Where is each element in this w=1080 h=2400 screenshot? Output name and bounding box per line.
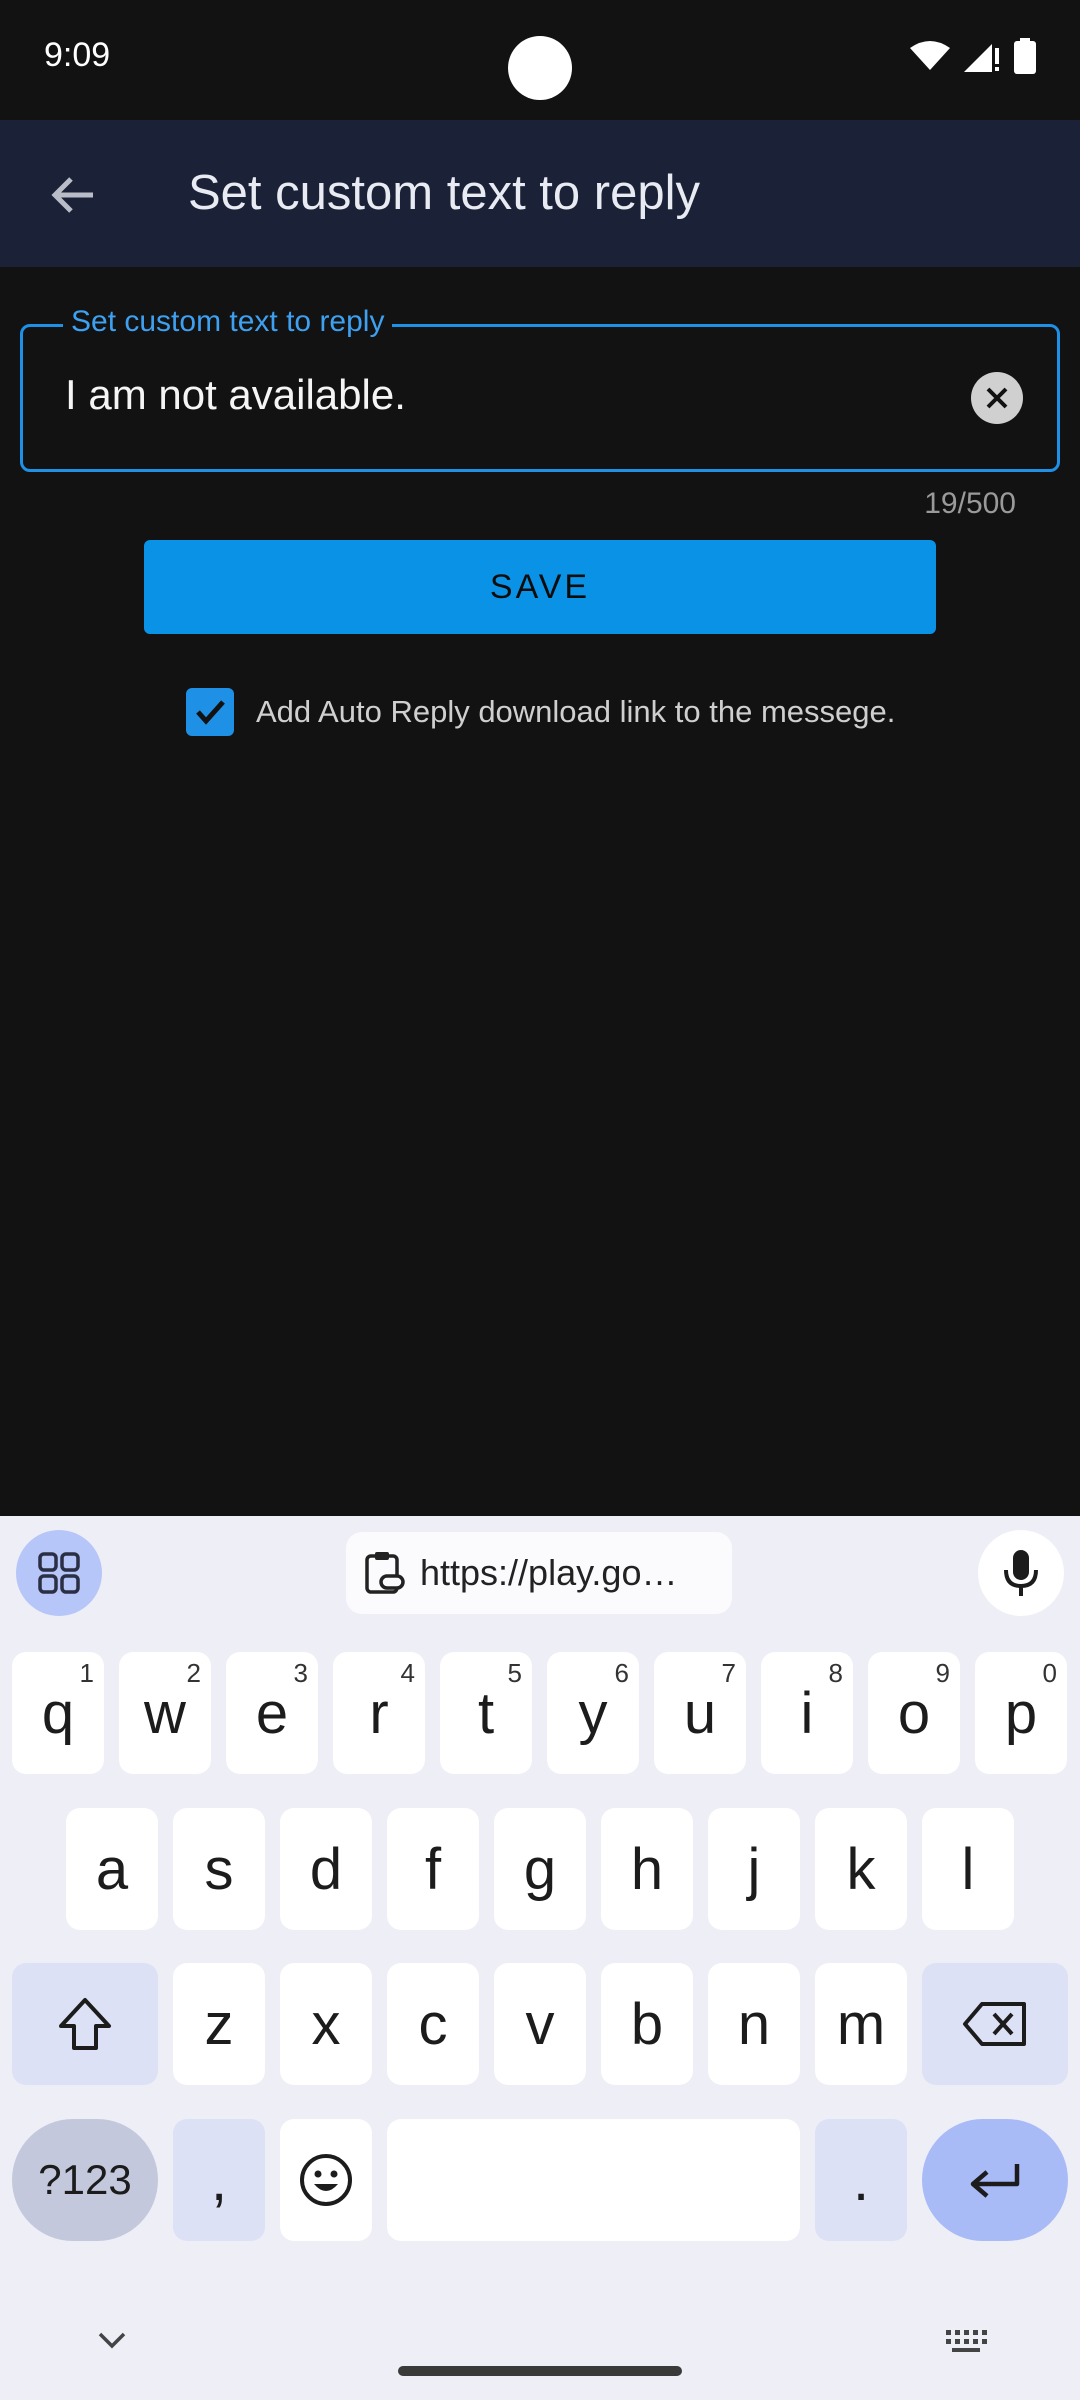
keyboard: https://play.go… q1 w2 e3 r4 t5 y6 u7 i8… <box>0 1516 1080 2400</box>
keyboard-toolbar: https://play.go… <box>0 1516 1080 1626</box>
check-icon <box>196 700 225 725</box>
status-bar: 9:09 <box>0 0 1080 120</box>
save-button[interactable]: SAVE <box>144 540 936 634</box>
download-link-checkbox[interactable] <box>186 688 234 736</box>
key-r[interactable]: r4 <box>333 1652 425 1774</box>
close-icon <box>986 387 1008 409</box>
key-f[interactable]: f <box>387 1808 479 1930</box>
home-indicator[interactable] <box>398 2366 682 2376</box>
arrow-back-icon <box>51 177 93 213</box>
chevron-down-icon[interactable] <box>96 2330 128 2350</box>
camera-cutout <box>508 36 572 100</box>
reply-text-label: Set custom text to reply <box>63 305 393 339</box>
shift-icon <box>59 1998 111 2050</box>
key-e[interactable]: e3 <box>226 1652 318 1774</box>
download-link-option[interactable]: Add Auto Reply download link to the mess… <box>186 688 895 736</box>
enter-key[interactable] <box>922 2119 1068 2241</box>
symbols-key[interactable]: ?123 <box>12 2119 158 2241</box>
clipboard-suggestion-chip[interactable]: https://play.go… <box>346 1532 732 1614</box>
key-l[interactable]: l <box>922 1808 1014 1930</box>
key-u[interactable]: u7 <box>654 1652 746 1774</box>
clear-text-button[interactable] <box>971 372 1023 424</box>
key-i[interactable]: i8 <box>761 1652 853 1774</box>
key-c[interactable]: c <box>387 1963 479 2085</box>
backspace-icon <box>963 2002 1026 2046</box>
key-z[interactable]: z <box>173 1963 265 2085</box>
key-w[interactable]: w2 <box>119 1652 211 1774</box>
reply-text-field[interactable]: Set custom text to reply I am not availa… <box>20 305 1060 472</box>
space-key[interactable] <box>387 2119 800 2241</box>
clipboard-link-icon <box>365 1552 405 1594</box>
microphone-icon <box>1004 1550 1038 1596</box>
key-b[interactable]: b <box>601 1963 693 2085</box>
signal-icon <box>964 44 999 72</box>
grid-icon <box>38 1552 80 1594</box>
shift-key[interactable] <box>12 1963 158 2085</box>
key-o[interactable]: o9 <box>868 1652 960 1774</box>
enter-icon <box>970 2164 1020 2198</box>
page-title: Set custom text to reply <box>188 166 700 220</box>
emoji-icon <box>300 2154 352 2206</box>
key-x[interactable]: x <box>280 1963 372 2085</box>
comma-key[interactable]: , <box>173 2119 265 2241</box>
status-icons <box>910 38 1036 74</box>
key-v[interactable]: v <box>494 1963 586 2085</box>
period-key[interactable]: . <box>815 2119 907 2241</box>
key-d[interactable]: d <box>280 1808 372 1930</box>
key-t[interactable]: t5 <box>440 1652 532 1774</box>
key-g[interactable]: g <box>494 1808 586 1930</box>
battery-icon <box>1014 38 1036 74</box>
emoji-key[interactable] <box>280 2119 372 2241</box>
back-button[interactable] <box>44 166 102 224</box>
download-link-label: Add Auto Reply download link to the mess… <box>256 694 896 729</box>
clipboard-suggestion-text: https://play.go… <box>420 1552 678 1593</box>
key-p[interactable]: p0 <box>975 1652 1067 1774</box>
reply-text-input[interactable]: I am not available. <box>65 371 406 419</box>
keyboard-nav-row <box>0 2326 1080 2400</box>
key-y[interactable]: y6 <box>547 1652 639 1774</box>
key-q[interactable]: q1 <box>12 1652 104 1774</box>
key-k[interactable]: k <box>815 1808 907 1930</box>
key-j[interactable]: j <box>708 1808 800 1930</box>
key-n[interactable]: n <box>708 1963 800 2085</box>
keyboard-switch-icon[interactable] <box>944 2328 988 2354</box>
app-bar: Set custom text to reply <box>0 120 1080 267</box>
key-a[interactable]: a <box>66 1808 158 1930</box>
backspace-key[interactable] <box>922 1963 1068 2085</box>
character-counter: 19/500 <box>924 487 1016 520</box>
status-time: 9:09 <box>44 36 111 74</box>
voice-input-button[interactable] <box>978 1530 1064 1616</box>
keyboard-apps-button[interactable] <box>16 1530 102 1616</box>
key-m[interactable]: m <box>815 1963 907 2085</box>
key-h[interactable]: h <box>601 1808 693 1930</box>
key-s[interactable]: s <box>173 1808 265 1930</box>
wifi-icon <box>910 41 950 70</box>
